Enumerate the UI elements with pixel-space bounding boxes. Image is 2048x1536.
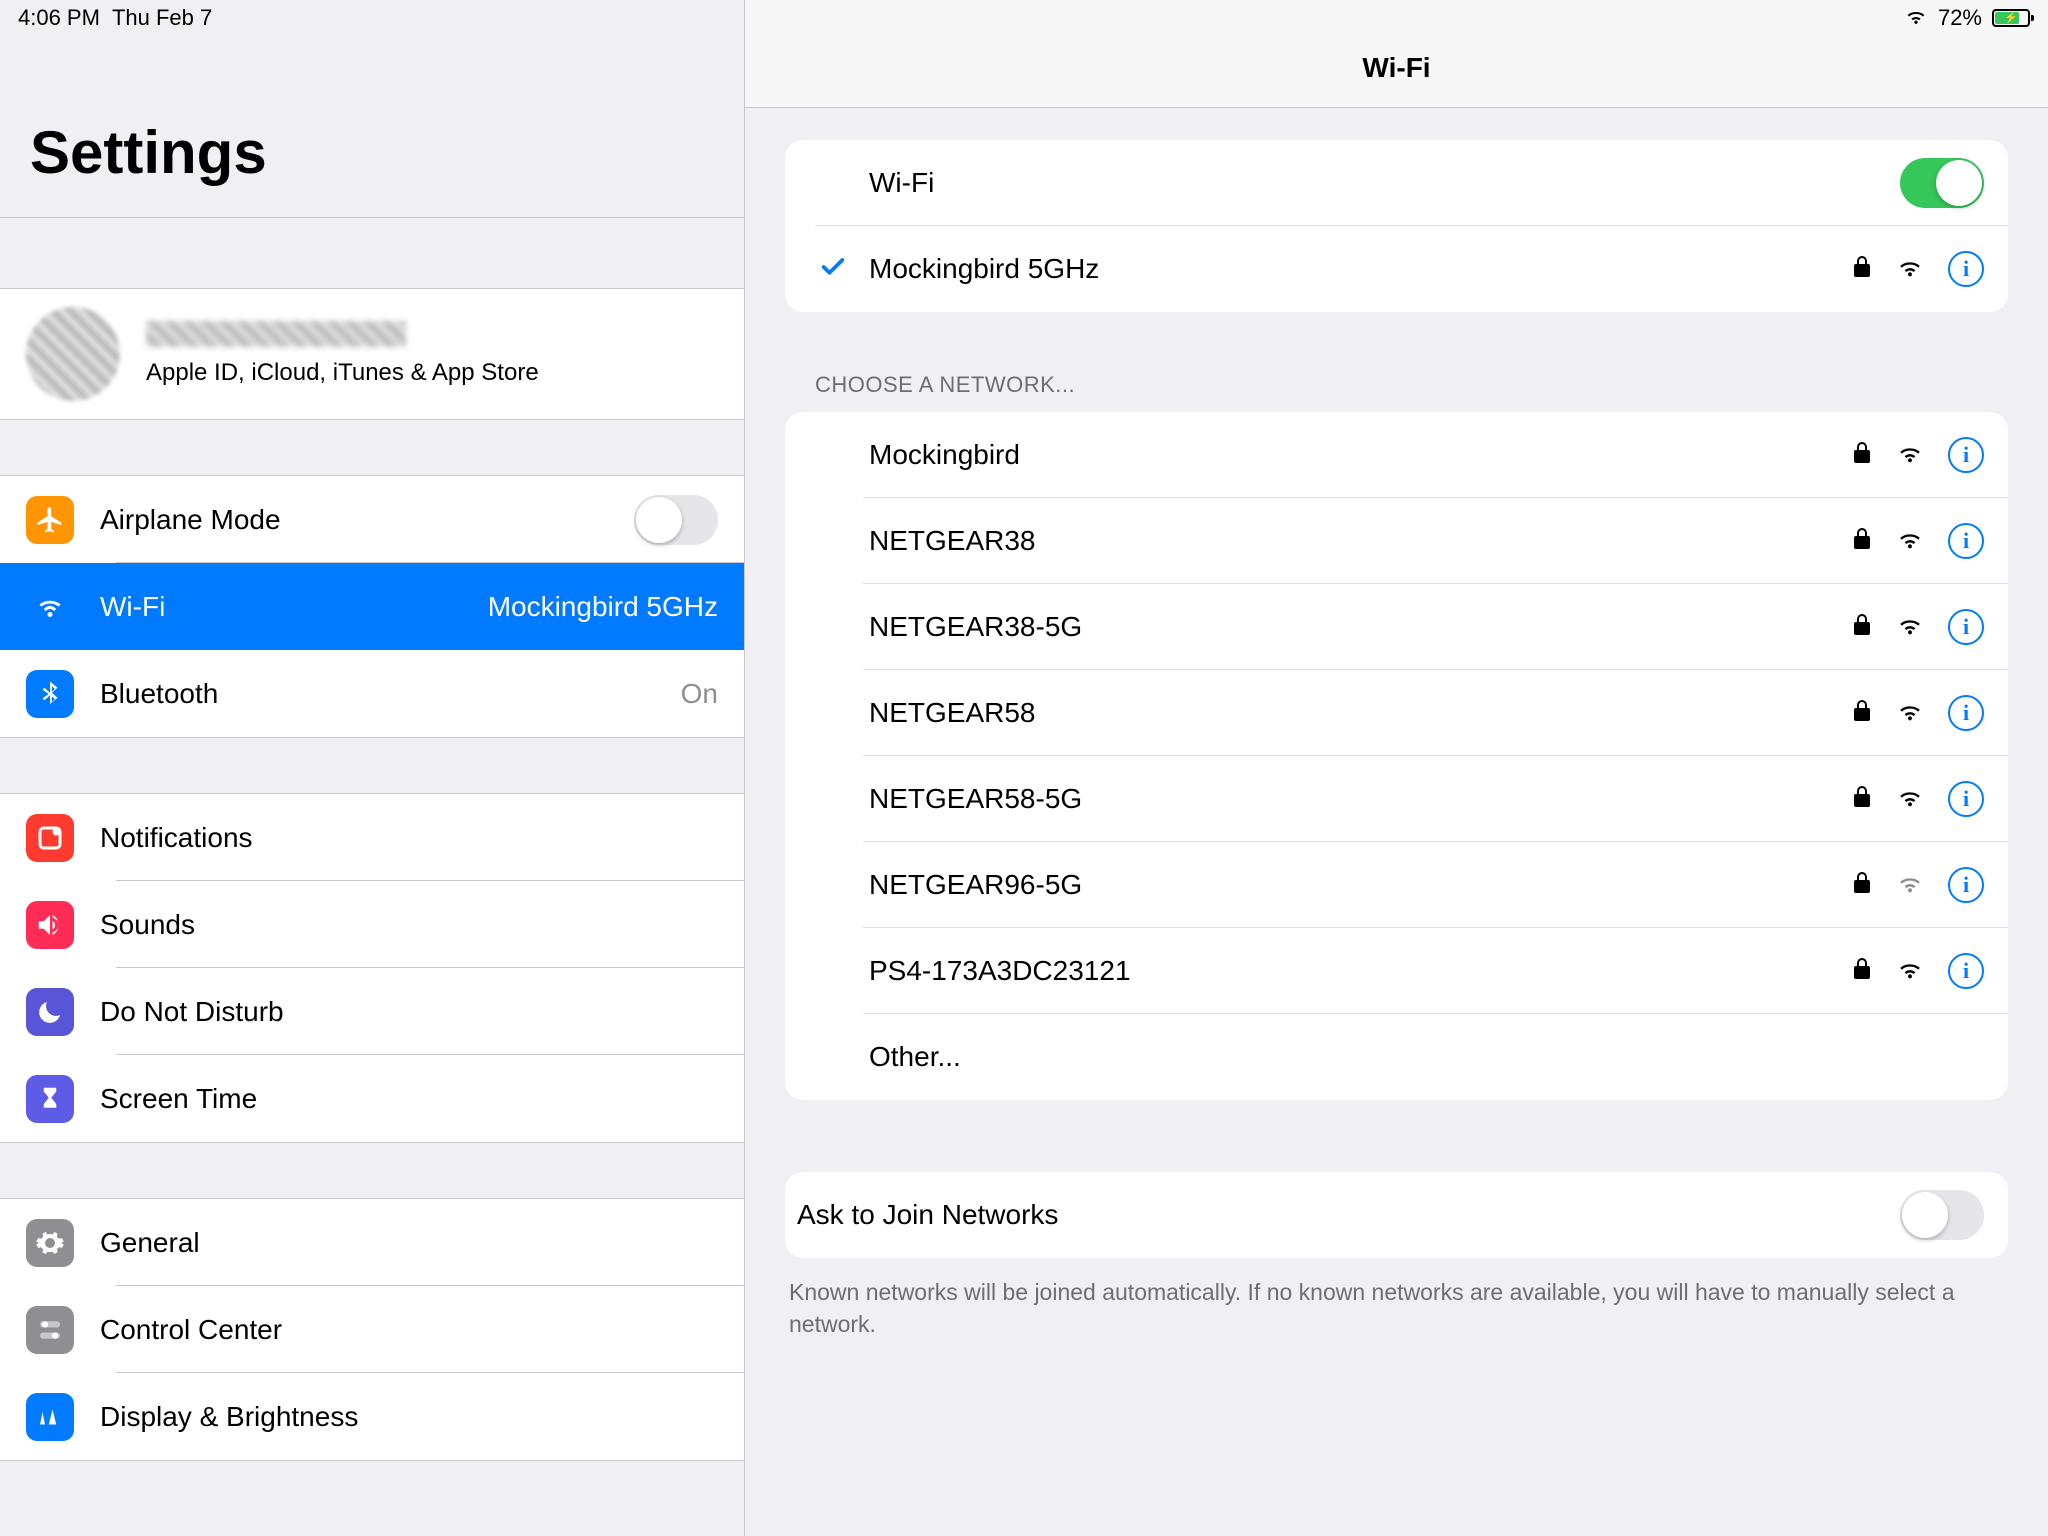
lock-icon — [1852, 255, 1872, 284]
check-icon — [819, 253, 847, 286]
info-button[interactable]: i — [1948, 953, 1984, 989]
wifi-signal-icon — [1896, 872, 1924, 899]
airplane-toggle[interactable] — [634, 495, 718, 545]
connected-network-name: Mockingbird 5GHz — [869, 253, 1834, 285]
info-button[interactable]: i — [1948, 867, 1984, 903]
network-name: NETGEAR58 — [869, 697, 1834, 729]
sidebar-item-label: Display & Brightness — [100, 1401, 718, 1433]
sidebar-item-bluetooth[interactable]: Bluetooth On — [0, 650, 744, 737]
sidebar-item-label: Do Not Disturb — [100, 996, 718, 1028]
lock-icon — [1852, 527, 1872, 556]
other-label: Other... — [869, 1041, 1984, 1073]
status-date: Thu Feb 7 — [112, 5, 212, 31]
lock-icon — [1852, 441, 1872, 470]
sidebar-item-sounds[interactable]: Sounds — [0, 881, 744, 968]
sidebar-item-label: Bluetooth — [100, 678, 655, 710]
wifi-toggle[interactable] — [1900, 158, 1984, 208]
lock-icon — [1852, 699, 1872, 728]
wifi-icon — [1904, 5, 1928, 31]
wifi-signal-icon — [1896, 528, 1924, 555]
status-bar: 4:06 PM Thu Feb 7 72% ⚡ — [0, 0, 2048, 36]
bluetooth-icon — [26, 670, 74, 718]
settings-sidebar: Settings Apple ID, iCloud, iTunes & App … — [0, 0, 745, 1536]
sidebar-item-label: Sounds — [100, 909, 718, 941]
network-row[interactable]: NETGEAR38 i — [785, 498, 2008, 584]
sidebar-item-airplane[interactable]: Airplane Mode — [0, 476, 744, 563]
lock-icon — [1852, 871, 1872, 900]
info-button[interactable]: i — [1948, 609, 1984, 645]
sidebar-item-label: Wi-Fi — [100, 591, 462, 623]
wifi-signal-icon — [1896, 614, 1924, 641]
network-row[interactable]: Mockingbird i — [785, 412, 2008, 498]
network-name: Mockingbird — [869, 439, 1834, 471]
sidebar-item-value: Mockingbird 5GHz — [488, 591, 718, 623]
sidebar-item-wifi[interactable]: Wi-Fi Mockingbird 5GHz — [0, 563, 744, 650]
ask-to-join-footer: Known networks will be joined automatica… — [785, 1258, 2008, 1340]
notifications-icon — [26, 814, 74, 862]
lock-icon — [1852, 957, 1872, 986]
airplane-icon — [26, 496, 74, 544]
switches-icon — [26, 1306, 74, 1354]
sidebar-item-notifications[interactable]: Notifications — [0, 794, 744, 881]
sidebar-item-label: Control Center — [100, 1314, 718, 1346]
sidebar-item-account[interactable]: Apple ID, iCloud, iTunes & App Store — [0, 288, 744, 420]
moon-icon — [26, 988, 74, 1036]
network-name: NETGEAR38-5G — [869, 611, 1834, 643]
sidebar-item-control-center[interactable]: Control Center — [0, 1286, 744, 1373]
network-name: NETGEAR96-5G — [869, 869, 1834, 901]
network-row[interactable]: NETGEAR96-5G i — [785, 842, 2008, 928]
choose-network-header: CHOOSE A NETWORK... — [785, 372, 2008, 412]
gear-icon — [26, 1219, 74, 1267]
network-row[interactable]: NETGEAR38-5G i — [785, 584, 2008, 670]
network-name: PS4-173A3DC23121 — [869, 955, 1834, 987]
connected-network-row[interactable]: Mockingbird 5GHz i — [785, 226, 2008, 312]
battery-icon: ⚡ — [1992, 9, 2030, 27]
avatar — [26, 307, 120, 401]
sidebar-item-general[interactable]: General — [0, 1199, 744, 1286]
sounds-icon — [26, 901, 74, 949]
network-row[interactable]: PS4-173A3DC23121 i — [785, 928, 2008, 1014]
sidebar-item-screentime[interactable]: Screen Time — [0, 1055, 744, 1142]
sidebar-item-dnd[interactable]: Do Not Disturb — [0, 968, 744, 1055]
text-size-icon — [26, 1393, 74, 1441]
status-time: 4:06 PM — [18, 5, 100, 31]
sidebar-item-label: Notifications — [100, 822, 718, 854]
sidebar-item-display[interactable]: Display & Brightness — [0, 1373, 744, 1460]
wifi-signal-icon — [1896, 700, 1924, 727]
network-name: NETGEAR58-5G — [869, 783, 1834, 815]
ask-to-join-row: Ask to Join Networks — [785, 1172, 2008, 1258]
lock-icon — [1852, 613, 1872, 642]
account-subtitle: Apple ID, iCloud, iTunes & App Store — [146, 359, 539, 387]
network-other[interactable]: Other... — [785, 1014, 2008, 1100]
wifi-icon — [26, 583, 74, 631]
lock-icon — [1852, 785, 1872, 814]
account-name-redacted — [146, 321, 406, 347]
wifi-master-row: Wi-Fi — [785, 140, 2008, 226]
wifi-signal-icon — [1896, 442, 1924, 469]
battery-pct: 72% — [1938, 5, 1982, 31]
info-button[interactable]: i — [1948, 437, 1984, 473]
wifi-master-label: Wi-Fi — [869, 167, 1882, 199]
sidebar-item-value: On — [681, 678, 718, 710]
ask-to-join-label: Ask to Join Networks — [797, 1199, 1882, 1231]
info-button[interactable]: i — [1948, 695, 1984, 731]
info-button[interactable]: i — [1948, 781, 1984, 817]
wifi-signal-icon — [1896, 256, 1924, 283]
sidebar-item-label: Screen Time — [100, 1083, 718, 1115]
info-button[interactable]: i — [1948, 251, 1984, 287]
network-name: NETGEAR38 — [869, 525, 1834, 557]
wifi-signal-icon — [1896, 958, 1924, 985]
hourglass-icon — [26, 1075, 74, 1123]
sidebar-item-label: Airplane Mode — [100, 504, 608, 536]
sidebar-item-label: General — [100, 1227, 718, 1259]
network-row[interactable]: NETGEAR58 i — [785, 670, 2008, 756]
info-button[interactable]: i — [1948, 523, 1984, 559]
network-row[interactable]: NETGEAR58-5G i — [785, 756, 2008, 842]
wifi-detail-pane: Wi-Fi Wi-Fi Mockingbird 5GHz — [745, 0, 2048, 1536]
ask-to-join-toggle[interactable] — [1900, 1190, 1984, 1240]
wifi-signal-icon — [1896, 786, 1924, 813]
